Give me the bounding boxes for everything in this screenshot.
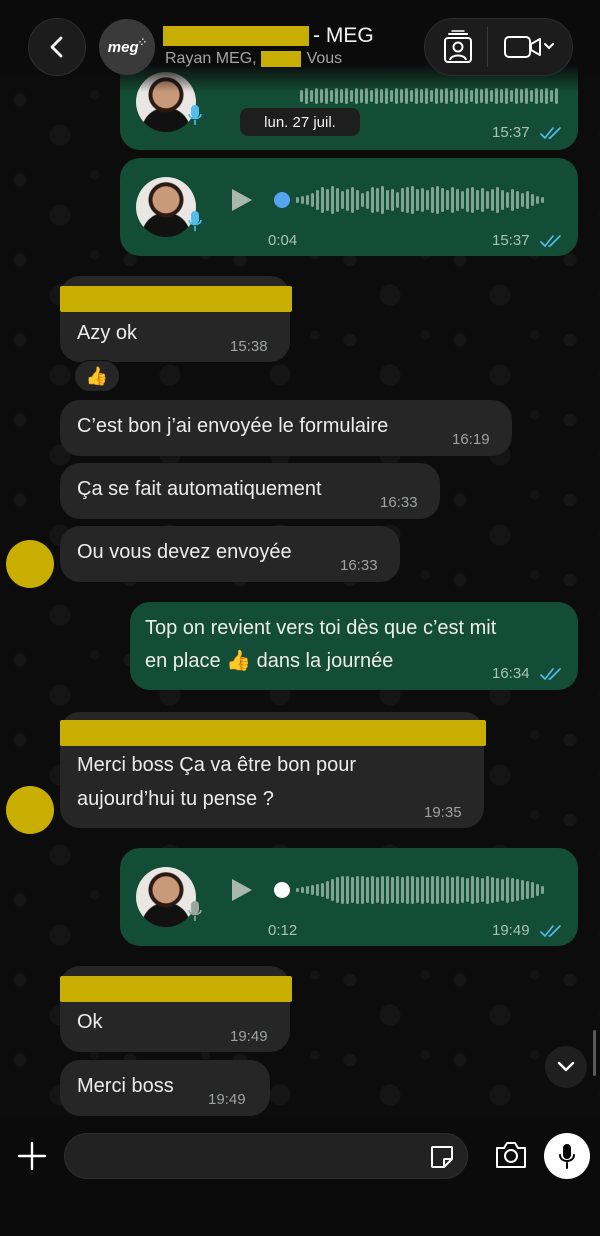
member-you: Vous bbox=[306, 50, 343, 67]
incoming-message[interactable]: Ou vous devez envoyée 16:33 bbox=[60, 526, 400, 582]
redacted-sender-name bbox=[60, 720, 486, 746]
sender-photo bbox=[136, 177, 196, 237]
read-ticks-icon bbox=[540, 127, 561, 139]
message-text-line2: aujourd’hui tu pense ? bbox=[77, 788, 274, 810]
chevron-left-icon bbox=[50, 36, 63, 58]
message-input[interactable] bbox=[81, 1134, 421, 1178]
message-input-field[interactable] bbox=[64, 1133, 468, 1179]
reaction-badge[interactable]: 👍 bbox=[74, 360, 120, 392]
contact-card-icon[interactable] bbox=[443, 30, 473, 64]
message-time: 16:34 bbox=[492, 665, 530, 682]
microphone-icon bbox=[188, 901, 202, 921]
message-time: 16:33 bbox=[380, 494, 418, 511]
message-text: Ok bbox=[77, 1011, 103, 1033]
voice-message[interactable]: 0:12 19:49 bbox=[120, 848, 578, 946]
sender-photo bbox=[136, 867, 196, 927]
read-ticks-icon bbox=[540, 668, 561, 680]
voice-duration: 0:04 bbox=[268, 232, 298, 249]
sticker-icon[interactable] bbox=[429, 1144, 455, 1170]
voice-progress-handle[interactable] bbox=[274, 192, 290, 208]
message-time: 19:49 bbox=[230, 1028, 268, 1045]
member-name: Rayan MEG, bbox=[165, 50, 257, 67]
sender-avatar[interactable] bbox=[6, 540, 54, 588]
message-text: Ça se fait automatiquement bbox=[77, 478, 322, 500]
camera-icon[interactable] bbox=[494, 1140, 528, 1170]
chat-header: meg ⁘ - MEG Rayan MEG, Vous bbox=[0, 0, 600, 92]
voice-waveform[interactable] bbox=[296, 185, 556, 215]
incoming-message[interactable]: Ça se fait automatiquement 16:33 bbox=[60, 463, 440, 519]
video-camera-icon[interactable] bbox=[504, 34, 556, 60]
group-members[interactable]: Rayan MEG, Vous bbox=[165, 50, 342, 68]
message-time: 15:38 bbox=[230, 338, 268, 355]
message-text: Azy ok bbox=[77, 322, 138, 344]
message-text: C’est bon j’ai envoyée le formulaire bbox=[77, 415, 389, 437]
incoming-message[interactable]: Merci boss 19:49 bbox=[60, 1060, 270, 1116]
message-text-line1: Merci boss Ça va être bon pour bbox=[77, 754, 357, 776]
microphone-icon bbox=[188, 211, 202, 231]
message-text-line2: en place 👍 dans la journée bbox=[145, 650, 394, 672]
message-time: 16:33 bbox=[340, 557, 378, 574]
message-time: 19:35 bbox=[424, 804, 462, 821]
incoming-message[interactable]: C’est bon j’ai envoyée le formulaire 16:… bbox=[60, 400, 512, 456]
redacted-sender-name bbox=[60, 286, 292, 312]
redacted-sender-name bbox=[60, 976, 292, 1002]
read-ticks-icon bbox=[540, 235, 561, 247]
message-text: Ou vous devez envoyée bbox=[77, 541, 292, 563]
outgoing-message[interactable]: Top on revient vers toi dès que c’est mi… bbox=[130, 602, 578, 690]
voice-duration: 0:12 bbox=[268, 922, 298, 939]
message-text: Merci boss bbox=[77, 1075, 174, 1097]
group-title-text: - MEG bbox=[313, 24, 374, 47]
group-avatar-logo: meg bbox=[107, 38, 139, 56]
sender-avatar[interactable] bbox=[6, 786, 54, 834]
voice-record-button[interactable] bbox=[544, 1133, 590, 1179]
redacted-member bbox=[260, 51, 301, 67]
scroll-to-bottom-button[interactable] bbox=[545, 1046, 587, 1088]
message-time: 16:19 bbox=[452, 431, 490, 448]
group-title[interactable]: - MEG bbox=[163, 24, 374, 48]
voice-message[interactable]: 0:04 15:37 bbox=[120, 158, 578, 256]
redacted-name bbox=[163, 26, 309, 46]
play-button[interactable] bbox=[232, 189, 252, 211]
voice-waveform[interactable] bbox=[296, 875, 556, 905]
message-time: 19:49 bbox=[208, 1091, 246, 1108]
thumbs-up-emoji: 👍 bbox=[85, 365, 109, 386]
chevron-down-icon bbox=[557, 1061, 575, 1072]
scrollbar[interactable] bbox=[593, 1030, 596, 1076]
voice-progress-handle[interactable] bbox=[274, 882, 290, 898]
incoming-message[interactable]: Azy ok 15:38 bbox=[60, 276, 292, 362]
incoming-message[interactable]: Ok 19:49 bbox=[60, 966, 292, 1052]
message-composer bbox=[0, 1118, 600, 1236]
back-button[interactable] bbox=[28, 18, 86, 76]
message-text-line1: Top on revient vers toi dès que c’est mi… bbox=[145, 617, 497, 639]
microphone-icon bbox=[188, 105, 202, 125]
group-avatar[interactable]: meg ⁘ bbox=[99, 19, 155, 75]
play-button[interactable] bbox=[232, 879, 252, 901]
incoming-message[interactable]: Merci boss Ça va être bon pour aujourd’h… bbox=[60, 712, 486, 828]
plus-icon[interactable] bbox=[16, 1140, 48, 1172]
actions-divider bbox=[487, 27, 488, 67]
message-time: 19:49 bbox=[492, 922, 530, 939]
message-time: 15:37 bbox=[492, 232, 530, 249]
microphone-icon bbox=[559, 1144, 575, 1169]
message-time: 15:37 bbox=[492, 124, 530, 141]
read-ticks-icon bbox=[540, 925, 561, 937]
date-separator: lun. 27 juil. bbox=[240, 108, 360, 136]
header-actions bbox=[424, 18, 573, 76]
